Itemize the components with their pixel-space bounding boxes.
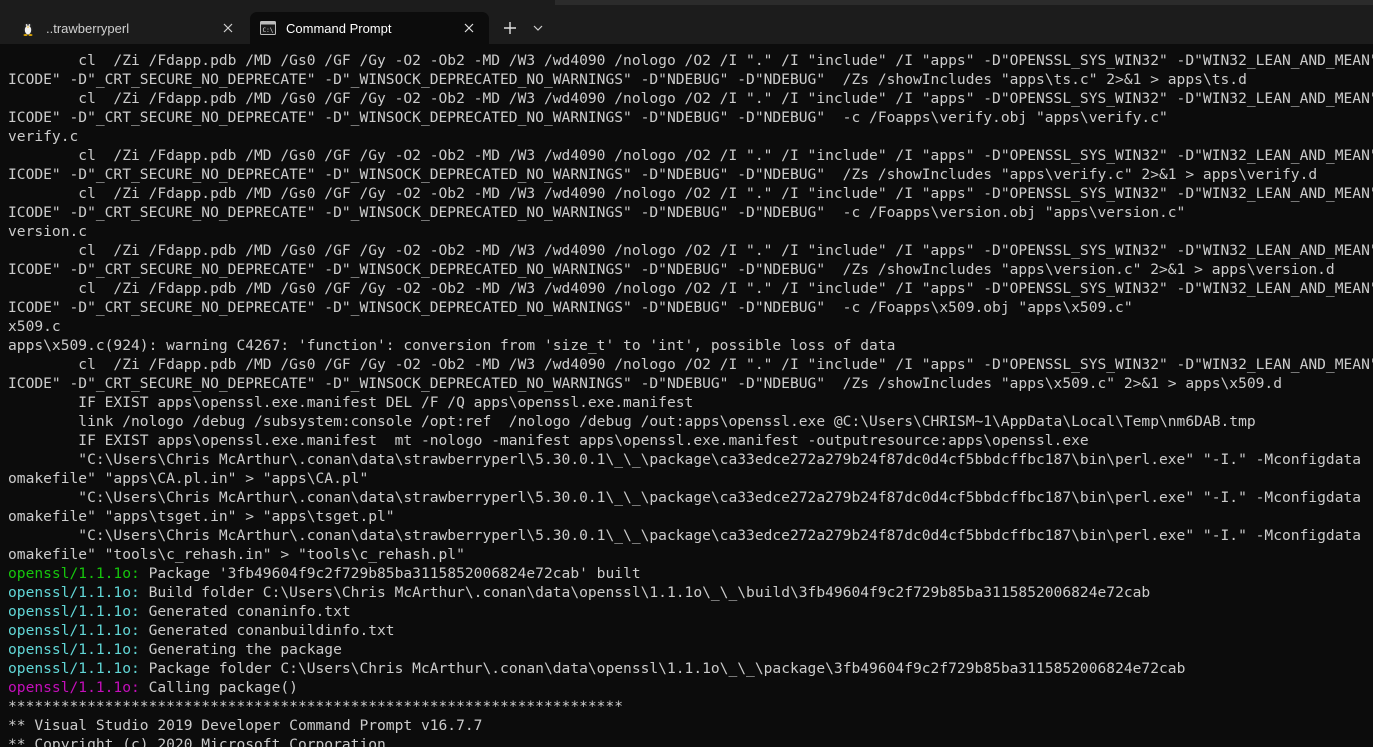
line-text: ****************************************… bbox=[8, 698, 624, 715]
line-text: cl /Zi /Fdapp.pdb /MD /Gs0 /GF /Gy -O2 -… bbox=[8, 52, 1373, 69]
line-text: ICODE" -D"_CRT_SECURE_NO_DEPRECATE" -D"_… bbox=[8, 261, 1335, 278]
package-prefix: openssl/1.1.1o: bbox=[8, 565, 140, 582]
terminal-line: ICODE" -D"_CRT_SECURE_NO_DEPRECATE" -D"_… bbox=[8, 165, 1373, 184]
line-text: "C:\Users\Chris McArthur\.conan\data\str… bbox=[8, 489, 1362, 506]
line-text: link /nologo /debug /subsystem:console /… bbox=[8, 413, 1256, 430]
package-prefix: openssl/1.1.1o: bbox=[8, 660, 140, 677]
terminal-line: openssl/1.1.1o: Calling package() bbox=[8, 678, 1373, 697]
line-text: cl /Zi /Fdapp.pdb /MD /Gs0 /GF /Gy -O2 -… bbox=[8, 242, 1373, 259]
line-text: verify.c bbox=[8, 128, 79, 145]
line-text: omakefile" "tools\c_rehash.in" > "tools\… bbox=[8, 546, 465, 563]
terminal-line: "C:\Users\Chris McArthur\.conan\data\str… bbox=[8, 488, 1373, 507]
terminal-line: cl /Zi /Fdapp.pdb /MD /Gs0 /GF /Gy -O2 -… bbox=[8, 355, 1373, 374]
package-prefix: openssl/1.1.1o: bbox=[8, 622, 140, 639]
line-text: ** Visual Studio 2019 Developer Command … bbox=[8, 717, 483, 734]
line-text: ** Copyright (c) 2020 Microsoft Corporat… bbox=[8, 736, 386, 747]
package-prefix: openssl/1.1.1o: bbox=[8, 641, 140, 658]
tab-label: ..trawberryperl bbox=[46, 20, 130, 36]
line-text: cl /Zi /Fdapp.pdb /MD /Gs0 /GF /Gy -O2 -… bbox=[8, 280, 1373, 297]
line-text: "C:\Users\Chris McArthur\.conan\data\str… bbox=[8, 451, 1362, 468]
terminal-line: openssl/1.1.1o: Package '3fb49604f9c2f72… bbox=[8, 564, 1373, 583]
terminal-line: cl /Zi /Fdapp.pdb /MD /Gs0 /GF /Gy -O2 -… bbox=[8, 184, 1373, 203]
line-text: ICODE" -D"_CRT_SECURE_NO_DEPRECATE" -D"_… bbox=[8, 71, 1247, 88]
terminal-line: openssl/1.1.1o: Package folder C:\Users\… bbox=[8, 659, 1373, 678]
terminal-line: ICODE" -D"_CRT_SECURE_NO_DEPRECATE" -D"_… bbox=[8, 260, 1373, 279]
line-text: IF EXIST apps\openssl.exe.manifest DEL /… bbox=[8, 394, 694, 411]
terminal-line: "C:\Users\Chris McArthur\.conan\data\str… bbox=[8, 450, 1373, 469]
terminal-line: cl /Zi /Fdapp.pdb /MD /Gs0 /GF /Gy -O2 -… bbox=[8, 146, 1373, 165]
terminal-line: openssl/1.1.1o: Build folder C:\Users\Ch… bbox=[8, 583, 1373, 602]
line-text: omakefile" "apps\CA.pl.in" > "apps\CA.pl… bbox=[8, 470, 369, 487]
tab-strawberryperl[interactable]: ..trawberryperl bbox=[8, 12, 248, 44]
line-text: Generating the package bbox=[139, 641, 342, 658]
line-text: Calling package() bbox=[139, 679, 298, 696]
terminal-line: ICODE" -D"_CRT_SECURE_NO_DEPRECATE" -D"_… bbox=[8, 374, 1373, 393]
terminal-line: "C:\Users\Chris McArthur\.conan\data\str… bbox=[8, 526, 1373, 545]
penguin-icon bbox=[20, 20, 36, 36]
svg-text:C:\: C:\ bbox=[263, 27, 274, 34]
terminal-line: ICODE" -D"_CRT_SECURE_NO_DEPRECATE" -D"_… bbox=[8, 298, 1373, 317]
line-text: ICODE" -D"_CRT_SECURE_NO_DEPRECATE" -D"_… bbox=[8, 109, 1168, 126]
line-text: "C:\Users\Chris McArthur\.conan\data\str… bbox=[8, 527, 1362, 544]
line-text: cl /Zi /Fdapp.pdb /MD /Gs0 /GF /Gy -O2 -… bbox=[8, 90, 1373, 107]
terminal-line: ** Visual Studio 2019 Developer Command … bbox=[8, 716, 1373, 735]
terminal-line: IF EXIST apps\openssl.exe.manifest mt -n… bbox=[8, 431, 1373, 450]
close-icon[interactable] bbox=[459, 18, 479, 38]
package-prefix: openssl/1.1.1o: bbox=[8, 603, 140, 620]
tab-label: Command Prompt bbox=[286, 20, 392, 36]
terminal-line: ****************************************… bbox=[8, 697, 1373, 716]
chevron-down-icon[interactable] bbox=[528, 18, 548, 38]
line-text: ICODE" -D"_CRT_SECURE_NO_DEPRECATE" -D"_… bbox=[8, 299, 1133, 316]
line-text: cl /Zi /Fdapp.pdb /MD /Gs0 /GF /Gy -O2 -… bbox=[8, 147, 1373, 164]
terminal-line: x509.c bbox=[8, 317, 1373, 336]
cmd-icon: C:\ bbox=[260, 20, 276, 36]
line-text: ICODE" -D"_CRT_SECURE_NO_DEPRECATE" -D"_… bbox=[8, 166, 1318, 183]
terminal-line: cl /Zi /Fdapp.pdb /MD /Gs0 /GF /Gy -O2 -… bbox=[8, 51, 1373, 70]
tab-command-prompt[interactable]: C:\ Command Prompt bbox=[250, 12, 489, 44]
terminal-line: cl /Zi /Fdapp.pdb /MD /Gs0 /GF /Gy -O2 -… bbox=[8, 89, 1373, 108]
terminal-line: link /nologo /debug /subsystem:console /… bbox=[8, 412, 1373, 431]
terminal-line: cl /Zi /Fdapp.pdb /MD /Gs0 /GF /Gy -O2 -… bbox=[8, 279, 1373, 298]
line-text: version.c bbox=[8, 223, 88, 240]
line-text: Package '3fb49604f9c2f729b85ba3115852006… bbox=[139, 565, 641, 582]
line-text: x509.c bbox=[8, 318, 61, 335]
terminal-line: version.c bbox=[8, 222, 1373, 241]
line-text: apps\x509.c(924): warning C4267: 'functi… bbox=[8, 337, 896, 354]
package-prefix: openssl/1.1.1o: bbox=[8, 584, 140, 601]
terminal-line: openssl/1.1.1o: Generated conaninfo.txt bbox=[8, 602, 1373, 621]
terminal-line: omakefile" "apps\tsget.in" > "apps\tsget… bbox=[8, 507, 1373, 526]
line-text: cl /Zi /Fdapp.pdb /MD /Gs0 /GF /Gy -O2 -… bbox=[8, 185, 1373, 202]
line-text: Generated conanbuildinfo.txt bbox=[139, 622, 395, 639]
terminal-line: omakefile" "tools\c_rehash.in" > "tools\… bbox=[8, 545, 1373, 564]
plus-icon[interactable] bbox=[498, 16, 522, 40]
terminal-line: omakefile" "apps\CA.pl.in" > "apps\CA.pl… bbox=[8, 469, 1373, 488]
terminal-line: openssl/1.1.1o: Generating the package bbox=[8, 640, 1373, 659]
terminal-line: ICODE" -D"_CRT_SECURE_NO_DEPRECATE" -D"_… bbox=[8, 108, 1373, 127]
terminal-output[interactable]: cl /Zi /Fdapp.pdb /MD /Gs0 /GF /Gy -O2 -… bbox=[0, 51, 1373, 747]
line-text: Generated conaninfo.txt bbox=[139, 603, 351, 620]
line-text: Build folder C:\Users\Chris McArthur\.co… bbox=[139, 584, 1151, 601]
line-text: omakefile" "apps\tsget.in" > "apps\tsget… bbox=[8, 508, 395, 525]
terminal-line: cl /Zi /Fdapp.pdb /MD /Gs0 /GF /Gy -O2 -… bbox=[8, 241, 1373, 260]
package-prefix: openssl/1.1.1o: bbox=[8, 679, 140, 696]
close-icon[interactable] bbox=[218, 18, 238, 38]
line-text: cl /Zi /Fdapp.pdb /MD /Gs0 /GF /Gy -O2 -… bbox=[8, 356, 1373, 373]
terminal-line: ** Copyright (c) 2020 Microsoft Corporat… bbox=[8, 735, 1373, 747]
terminal-line: verify.c bbox=[8, 127, 1373, 146]
line-text: ICODE" -D"_CRT_SECURE_NO_DEPRECATE" -D"_… bbox=[8, 204, 1186, 221]
terminal-line: ICODE" -D"_CRT_SECURE_NO_DEPRECATE" -D"_… bbox=[8, 203, 1373, 222]
terminal-line: apps\x509.c(924): warning C4267: 'functi… bbox=[8, 336, 1373, 355]
line-text: IF EXIST apps\openssl.exe.manifest mt -n… bbox=[8, 432, 1089, 449]
line-text: ICODE" -D"_CRT_SECURE_NO_DEPRECATE" -D"_… bbox=[8, 375, 1282, 392]
terminal-window: ..trawberryperl C:\ Command Prompt cl /Z… bbox=[0, 0, 1373, 747]
tab-bar: ..trawberryperl C:\ Command Prompt bbox=[0, 0, 1373, 44]
tabbar-stripe bbox=[555, 0, 1373, 5]
terminal-line: IF EXIST apps\openssl.exe.manifest DEL /… bbox=[8, 393, 1373, 412]
line-text: Package folder C:\Users\Chris McArthur\.… bbox=[139, 660, 1186, 677]
terminal-line: ICODE" -D"_CRT_SECURE_NO_DEPRECATE" -D"_… bbox=[8, 70, 1373, 89]
terminal-line: openssl/1.1.1o: Generated conanbuildinfo… bbox=[8, 621, 1373, 640]
